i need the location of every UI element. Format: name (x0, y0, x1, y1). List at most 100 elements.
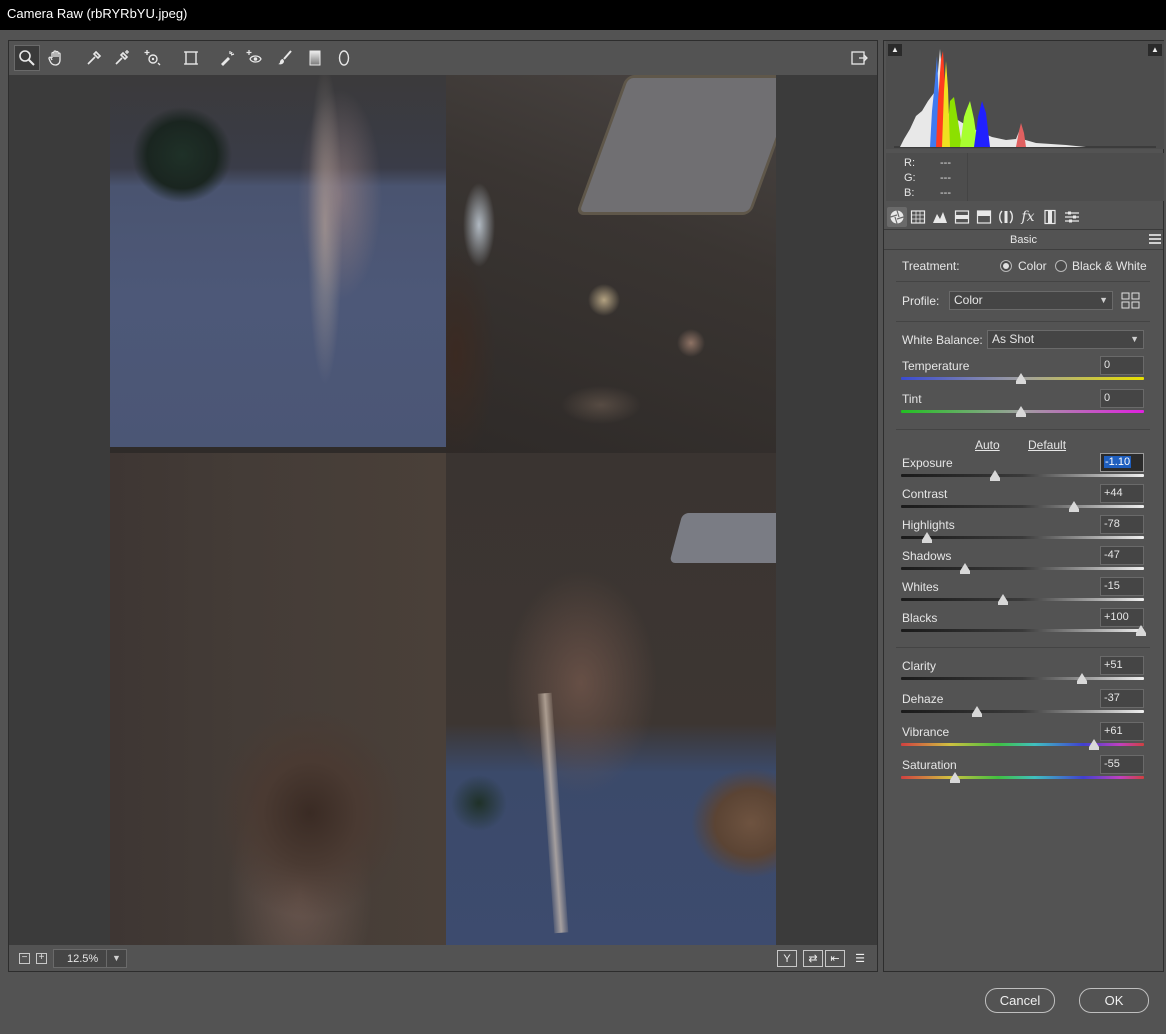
vibrance-label: Vibrance (902, 725, 950, 739)
vibrance-slider-thumb[interactable] (1089, 739, 1100, 750)
treatment-color-label[interactable]: Color (1018, 259, 1047, 273)
profile-select-value: Color (954, 293, 983, 307)
open-preferences-icon[interactable] (846, 45, 872, 71)
zoom-in-button[interactable]: + (36, 953, 47, 964)
dehaze-slider-thumb[interactable] (971, 706, 982, 717)
auto-button[interactable]: Auto (975, 438, 1000, 452)
swap-before-after-button[interactable]: ⇄ (803, 950, 823, 967)
zoom-tool-icon[interactable] (14, 45, 40, 71)
treatment-bw-radio[interactable] (1055, 260, 1067, 272)
exposure-slider-track[interactable] (901, 474, 1144, 477)
hand-tool-icon[interactable] (43, 45, 69, 71)
tint-value-input[interactable]: 0 (1100, 389, 1144, 408)
presets-tab-icon[interactable] (1062, 207, 1082, 227)
photo-tile-top-left (110, 75, 446, 447)
before-after-view-button[interactable]: Y (777, 950, 797, 967)
treatment-bw-label[interactable]: Black & White (1072, 259, 1147, 273)
default-button[interactable]: Default (1028, 438, 1066, 452)
radial-filter-icon[interactable] (331, 45, 357, 71)
histogram-info-area (968, 153, 1164, 201)
b-value: --- (940, 187, 951, 199)
treatment-color-radio[interactable] (1000, 260, 1012, 272)
tint-slider-thumb[interactable] (1016, 406, 1026, 417)
vibrance-slider-row: Vibrance +61 (901, 722, 1144, 755)
clarity-value-input[interactable]: +51 (1100, 656, 1144, 675)
r-label: R: (904, 157, 915, 169)
image-area: − + 12.5% ▼ Y ⇄ ⇤ ☰ (8, 40, 878, 972)
copy-current-to-before-button[interactable]: ⇤ (825, 950, 845, 967)
white-balance-label: White Balance: (902, 333, 983, 347)
ok-button[interactable]: OK (1079, 988, 1149, 1013)
whites-value-input[interactable]: -15 (1100, 577, 1144, 596)
preview-preferences-button[interactable]: ☰ (850, 950, 870, 967)
color-sampler-tool-icon[interactable] (109, 45, 135, 71)
blacks-slider-thumb[interactable] (1136, 625, 1146, 636)
rgb-readout: R: --- G: --- B: --- (886, 153, 968, 201)
profile-label: Profile: (902, 294, 940, 308)
highlights-value-input[interactable]: -78 (1100, 515, 1144, 534)
clarity-value: +51 (1104, 659, 1123, 671)
saturation-slider-thumb[interactable] (950, 772, 960, 783)
vibrance-slider-track[interactable] (901, 743, 1144, 746)
contrast-value-input[interactable]: +44 (1100, 484, 1144, 503)
contrast-slider-thumb[interactable] (1068, 501, 1079, 512)
effects-tab-icon[interactable]: fx (1018, 207, 1038, 227)
profile-select[interactable]: Color ▼ (949, 291, 1113, 310)
divider (896, 321, 1150, 322)
dehaze-value-input[interactable]: -37 (1100, 689, 1144, 708)
dehaze-value: -37 (1104, 692, 1120, 704)
dehaze-slider-track[interactable] (901, 710, 1144, 713)
basic-tab-icon[interactable] (887, 207, 907, 227)
skylight-shape (575, 75, 776, 215)
highlights-slider-thumb[interactable] (922, 532, 933, 543)
white-balance-tool-icon[interactable] (81, 45, 107, 71)
adjustment-brush-icon[interactable] (272, 45, 298, 71)
whites-label: Whites (902, 580, 939, 594)
shadows-value-input[interactable]: -47 (1100, 546, 1144, 565)
camera-calibration-tab-icon[interactable] (1040, 207, 1060, 227)
saturation-slider-track[interactable] (901, 776, 1144, 779)
graduated-filter-icon[interactable] (302, 45, 328, 71)
shadows-slider-thumb[interactable] (959, 563, 970, 574)
white-balance-select[interactable]: As Shot ▼ (987, 330, 1144, 349)
tone-curve-tab-icon[interactable] (908, 207, 928, 227)
clarity-slider-track[interactable] (901, 677, 1144, 680)
lens-corrections-tab-icon[interactable] (996, 207, 1016, 227)
whites-slider-track[interactable] (901, 598, 1144, 601)
detail-tab-icon[interactable] (930, 207, 950, 227)
targeted-adjustment-tool-icon[interactable] (139, 45, 165, 71)
exposure-value: -1.10 (1104, 456, 1132, 468)
exposure-value-input[interactable]: -1.10 (1100, 453, 1144, 472)
cancel-button[interactable]: Cancel (985, 988, 1055, 1013)
panel-menu-icon[interactable] (1149, 234, 1161, 246)
spot-removal-tool-icon[interactable] (214, 45, 240, 71)
photo-tile-bottom-right (446, 453, 776, 945)
image-preview[interactable] (9, 75, 877, 945)
shadows-value: -47 (1104, 549, 1120, 561)
transform-tool-icon[interactable] (178, 45, 204, 71)
whites-slider-thumb[interactable] (998, 594, 1008, 605)
saturation-value-input[interactable]: -55 (1100, 755, 1144, 774)
contrast-label: Contrast (902, 487, 948, 501)
g-value: --- (940, 172, 951, 184)
highlights-slider-track[interactable] (901, 536, 1144, 539)
g-label: G: (904, 172, 916, 184)
exposure-slider-thumb[interactable] (989, 470, 1000, 481)
split-toning-tab-icon[interactable] (974, 207, 994, 227)
zoom-level-select[interactable]: 12.5% ▼ (53, 949, 127, 968)
divider (896, 429, 1150, 430)
toolbar (9, 41, 877, 75)
white-balance-value: As Shot (992, 332, 1035, 346)
clarity-slider-thumb[interactable] (1077, 673, 1088, 684)
shadows-slider-track[interactable] (901, 567, 1144, 570)
temperature-slider-thumb[interactable] (1016, 373, 1026, 384)
contrast-slider-track[interactable] (901, 505, 1144, 508)
profile-browser-grid-icon[interactable] (1121, 292, 1140, 309)
vibrance-value-input[interactable]: +61 (1100, 722, 1144, 741)
zoom-out-button[interactable]: − (19, 953, 30, 964)
temperature-value-input[interactable]: 0 (1100, 356, 1144, 375)
red-eye-removal-icon[interactable] (242, 45, 268, 71)
blacks-slider-track[interactable] (901, 629, 1144, 632)
hsl-tab-icon[interactable] (952, 207, 972, 227)
panel-tabs: fx (884, 204, 1163, 230)
